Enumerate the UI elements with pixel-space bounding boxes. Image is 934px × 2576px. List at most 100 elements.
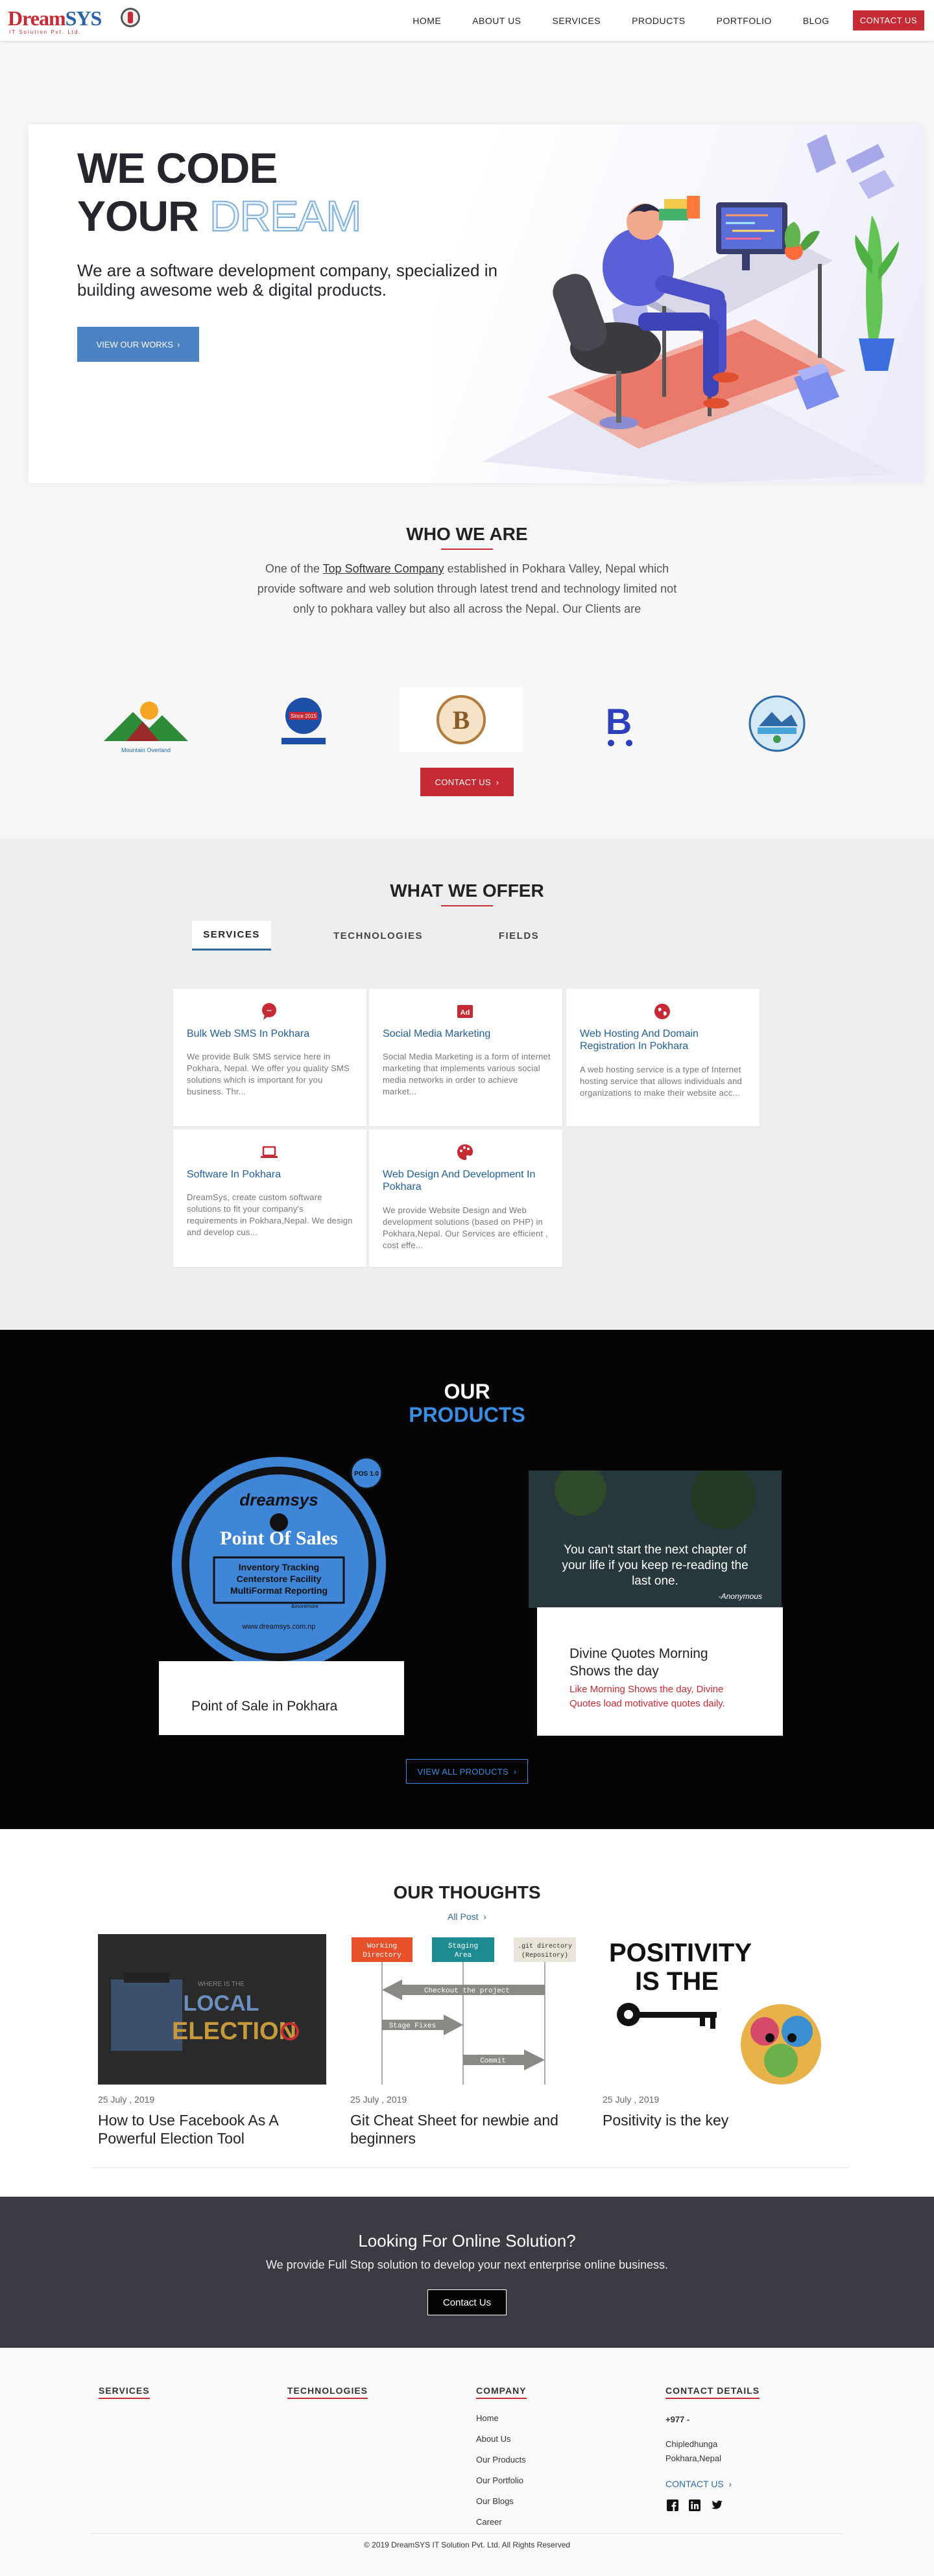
cta-contact-us-button[interactable]: Contact Us (427, 2289, 507, 2315)
facebook-icon[interactable] (665, 2498, 680, 2512)
footer-link-our-portfolio[interactable]: Our Portfolio (476, 2470, 527, 2491)
service-card-title: Social Media Marketing (383, 1028, 491, 1039)
svg-text:dreamsys: dreamsys (239, 1490, 318, 1509)
globe-icon (654, 1004, 670, 1019)
footer-contact-us-link[interactable]: CONTACT US › (665, 2479, 760, 2489)
product-card-pos[interactable]: Point of Sale in Pokhara (159, 1661, 404, 1735)
hero-title-line1: WE CODE (77, 144, 278, 192)
nav-services[interactable]: SERVICES (553, 16, 601, 26)
who-we-are-text: One of the Top Software Company establis… (257, 562, 677, 615)
brand-logo[interactable]: DreamSYS IT Solution Pvt. Ltd. (8, 6, 140, 35)
product-description: Like Morning Shows the day, Divine Quote… (569, 1684, 725, 1709)
svg-text:WHERE IS THE: WHERE IS THE (198, 1981, 245, 1988)
divine-quotes-product-image[interactable]: You can't start the next chapter of your … (529, 1471, 782, 1608)
logo-subtitle: IT Solution Pvt. Ltd. (9, 29, 82, 35)
service-card-web-hosting[interactable]: Web Hosting And Domain Registration In P… (566, 989, 760, 1126)
post-date: 25 July , 2019 (98, 2094, 155, 2105)
service-card-title: Web Hosting And Domain Registration In P… (580, 1028, 699, 1052)
nav-portfolio[interactable]: PORTFOLIO (717, 16, 772, 26)
footer-link-career[interactable]: Career (476, 2512, 527, 2533)
svg-text:ELECTION: ELECTION (172, 2018, 296, 2045)
service-card-software[interactable]: Software In Pokhara DreamSys, create cus… (173, 1129, 366, 1267)
client-logo-cart[interactable]: B (588, 694, 650, 752)
blog-post-git[interactable]: Working Directory Staging Area .git dire… (350, 1934, 579, 2147)
svg-text:POSITIVITY: POSITIVITY (609, 1939, 752, 1967)
nav-home[interactable]: HOME (413, 16, 441, 26)
footer-link-our-products[interactable]: Our Products (476, 2450, 527, 2470)
view-our-works-button[interactable]: VIEW OUR WORKS › (77, 327, 199, 362)
nav-blog[interactable]: BLOG (803, 16, 830, 26)
footer-phone: +977 - (665, 2415, 690, 2424)
who-contact-us-button[interactable]: CONTACT US › (420, 768, 514, 796)
hero-banner: WE CODE YOUR DREAM We are a software dev… (29, 124, 924, 483)
svg-text:LOCAL: LOCAL (183, 1991, 259, 2016)
footer-services-column: SERVICES (99, 2385, 150, 2399)
client-logo-b-crest[interactable]: B (400, 687, 523, 752)
svg-text:•••: ••• (267, 1009, 272, 1013)
twitter-icon[interactable] (710, 2498, 724, 2512)
service-card-text: Social Media Marketing is a form of inte… (383, 1052, 551, 1096)
svg-text:.git directory: .git directory (518, 1943, 572, 1950)
developer-illustration (483, 134, 899, 483)
svg-text:MultiFormat Reporting: MultiFormat Reporting (230, 1585, 328, 1596)
tab-fields[interactable]: FIELDS (488, 921, 550, 951)
blog-post-positivity[interactable]: POSITIVITY IS THE 25 July , 2019 Positiv… (603, 1934, 831, 2129)
service-card-web-design[interactable]: Web Design And Development In Pokhara We… (369, 1129, 562, 1267)
svg-text:Point Of Sales: Point Of Sales (220, 1528, 338, 1549)
service-card-social-media[interactable]: Ad Social Media Marketing Social Media M… (369, 989, 562, 1126)
service-card-title: Software In Pokhara (187, 1169, 281, 1180)
blog-post-election[interactable]: WHERE IS THE LOCAL ELECTION 25 July , 20… (98, 1934, 326, 2147)
our-thoughts-title: OUR THOUGHTS (393, 1882, 541, 1902)
all-post-link[interactable]: All Post › (0, 1911, 934, 1922)
who-we-are-title: WHO WE ARE (406, 524, 528, 544)
footer-link-our-blogs[interactable]: Our Blogs (476, 2491, 527, 2512)
footer-services-heading: SERVICES (99, 2385, 150, 2399)
linkedin-icon[interactable] (688, 2498, 702, 2512)
product-title: Divine Quotes Morning Shows the day (569, 1646, 708, 1679)
post-title: How to Use Facebook As A Powerful Electi… (98, 2112, 278, 2147)
nav-products[interactable]: PRODUCTS (632, 16, 686, 26)
client-logo-badge[interactable]: Since 2015 (272, 691, 335, 753)
what-we-offer-title: WHAT WE OFFER (390, 880, 544, 901)
svg-text:Checkout the project: Checkout the project (424, 1987, 510, 1995)
view-all-products-button[interactable]: VIEW ALL PRODUCTS › (406, 1759, 528, 1784)
title-underline (441, 905, 493, 906)
post-title: Positivity is the key (603, 2112, 729, 2129)
laptop-icon (261, 1146, 278, 1158)
footer-link-home[interactable]: Home (476, 2408, 527, 2429)
client-logo-lake-seal[interactable] (746, 692, 808, 755)
footer-address-line2: Pokhara,Nepal (665, 2453, 721, 2463)
service-card-text: A web hosting service is a type of Inter… (580, 1065, 742, 1098)
products-title-products: PRODUCTS (409, 1403, 525, 1426)
post-title: Git Cheat Sheet for newbie and beginners (350, 2112, 558, 2147)
service-card-bulk-sms[interactable]: ••• Bulk Web SMS In Pokhara We provide B… (173, 989, 366, 1126)
positivity-post-image: POSITIVITY IS THE (603, 1934, 831, 2085)
nav-about-us[interactable]: ABOUT US (472, 16, 521, 26)
post-date: 25 July , 2019 (603, 2094, 660, 2105)
footer-divider (91, 2533, 843, 2534)
client-logo-mountain[interactable]: Mountain Overland (97, 692, 195, 757)
svg-text:Stage Fixes: Stage Fixes (389, 2022, 437, 2030)
top-software-company-link[interactable]: Top Software Company (323, 562, 444, 575)
palette-icon (457, 1144, 473, 1160)
svg-text:Inventory Tracking: Inventory Tracking (239, 1562, 319, 1572)
footer-link-about-us[interactable]: About Us (476, 2429, 527, 2450)
cta-banner: Looking For Online Solution? We provide … (0, 2197, 934, 2348)
tab-technologies[interactable]: TECHNOLOGIES (329, 921, 427, 951)
service-card-text: DreamSys, create custom software solutio… (187, 1192, 353, 1237)
copyright-text: © 2019 DreamSYS IT Solution Pvt. Ltd. Al… (363, 2540, 571, 2549)
logo-mark-icon (121, 8, 140, 27)
svg-text:B: B (606, 701, 632, 742)
footer-social-icons (665, 2498, 760, 2512)
sms-icon: ••• (262, 1003, 276, 1020)
svg-text:&moremore: &moremore (291, 1603, 318, 1609)
svg-text:B: B (453, 705, 470, 735)
svg-text:-Anonymous: -Anonymous (719, 1592, 762, 1601)
nav-contact-us-button[interactable]: CONTACT US (852, 10, 924, 30)
pos-product-image[interactable]: dreamsys Point Of Sales Inventory Tracki… (162, 1447, 402, 1671)
svg-text:(Repository): (Repository) (521, 1952, 568, 1959)
products-title: OUR PRODUCTS (0, 1380, 934, 1426)
svg-text:Ad: Ad (461, 1009, 470, 1017)
tab-services[interactable]: SERVICES (192, 921, 271, 951)
product-card-divine-quotes[interactable]: Divine Quotes Morning Shows the day Like… (537, 1607, 783, 1736)
